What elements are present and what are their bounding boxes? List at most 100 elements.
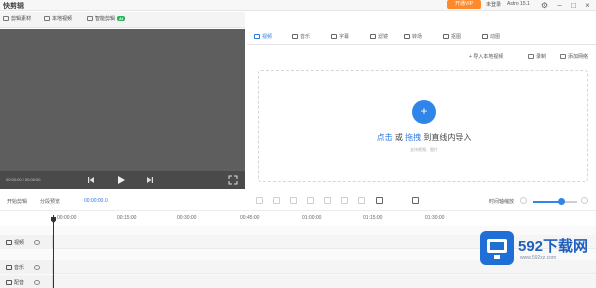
track-header-music[interactable]: 音乐 [0, 260, 53, 274]
tab-music[interactable]: 音乐 [292, 33, 310, 40]
player-controls: 00:00:00 / 00:00:00 [0, 171, 245, 189]
matting-icon [443, 34, 449, 39]
crop-icon[interactable] [273, 197, 280, 204]
track-label: 音乐 [14, 264, 25, 271]
record-icon [528, 54, 534, 59]
copy-icon[interactable] [324, 197, 331, 204]
toolbar-item-label: 剪辑素材 [11, 16, 32, 22]
ai-badge: AI [117, 16, 126, 21]
title-bar: 快剪辑 开通VIP 未登录 Astro 15.1 ⚙ − □ × [0, 0, 596, 11]
import-local-video-button[interactable]: + 导入本地视频 [469, 53, 503, 60]
rotate-icon[interactable] [341, 197, 348, 204]
tick-label: 00:15:00 [117, 215, 137, 221]
play-icon[interactable] [116, 175, 126, 185]
track-header-video[interactable]: 视频 [0, 235, 53, 249]
tick-label: 01:00:00 [302, 215, 322, 221]
folder-icon [44, 16, 50, 21]
tick-label: 01:15:00 [363, 215, 383, 221]
zoom-out-icon[interactable] [520, 197, 527, 204]
user-login-link[interactable]: 未登录 [486, 1, 501, 8]
settings-icon[interactable]: ⚙ [540, 1, 549, 10]
drag-link[interactable]: 拖拽 [405, 133, 421, 142]
volume-icon[interactable] [34, 264, 41, 270]
click-link[interactable]: 点击 [377, 133, 393, 142]
add-online-button[interactable]: 添加网络 [560, 53, 588, 60]
zoom-in-icon[interactable] [581, 197, 588, 204]
maximize-icon[interactable]: □ [569, 1, 578, 10]
track-lane-voice[interactable] [54, 275, 596, 288]
timeline-ruler[interactable]: 00:00:00 00:15:00 00:30:00 00:45:00 01:0… [0, 212, 596, 226]
magic-icon [87, 16, 93, 21]
undo-icon[interactable] [376, 197, 383, 204]
vip-button[interactable]: 开通VIP [447, 0, 481, 9]
tab-label: 音乐 [300, 34, 311, 40]
watermark-title: 592下载网 [518, 238, 589, 255]
tab-filter[interactable]: 滤镜 [370, 33, 388, 40]
globe-icon [560, 54, 566, 59]
action-label: 录制 [536, 54, 547, 60]
segment-preview-button[interactable]: 分段预览 [40, 198, 60, 205]
tick-label: 01:30:00 [425, 215, 445, 221]
track-label: 配音 [14, 279, 25, 286]
playhead[interactable] [53, 215, 54, 288]
track-header-voice[interactable]: 配音 [0, 275, 53, 288]
track-label: 视频 [14, 239, 25, 246]
watermark: 592下载网 www.592xz.com [480, 231, 590, 267]
action-label: 添加网络 [568, 54, 589, 60]
timeline-time: 00:00:00.0 [84, 198, 108, 204]
split-icon[interactable] [256, 197, 263, 204]
subtitle-icon [331, 34, 337, 39]
toolbar-item-label: 本地视频 [52, 16, 73, 22]
scissors-icon [3, 16, 9, 21]
zoom-slider-handle[interactable] [558, 198, 566, 205]
import-instruction: 点击 或 拖拽 到直线内导入 [259, 132, 589, 143]
import-drop-area[interactable]: + 点击 或 拖拽 到直线内导入 支持视频、图片 [258, 70, 588, 182]
visibility-icon[interactable] [34, 239, 41, 245]
import-suffix: 到直线内导入 [423, 133, 472, 142]
speed-icon[interactable] [307, 197, 314, 204]
tick-label: 00:30:00 [177, 215, 197, 221]
tab-label: 动图 [490, 34, 501, 40]
music-icon [292, 34, 298, 39]
tab-label: 抠图 [451, 34, 462, 40]
toolbar-item-local-video[interactable]: 本地视频 [44, 15, 72, 22]
add-media-button[interactable]: + [412, 100, 436, 124]
start-edit-button[interactable]: 开始剪辑 [7, 198, 27, 205]
tab-label: 视频 [262, 34, 273, 40]
tab-transition[interactable]: 转场 [404, 33, 422, 40]
next-frame-icon[interactable] [145, 175, 155, 185]
zoom-label: 时间轴缩放 [489, 199, 515, 205]
delete-icon[interactable] [290, 197, 297, 204]
toolbar-item-smart-edit[interactable]: 智能剪辑 AI [87, 15, 126, 22]
watermark-url: www.592xz.com [520, 255, 557, 261]
tab-video[interactable]: 视频 [254, 33, 272, 40]
volume-icon[interactable] [358, 197, 365, 204]
music-icon [6, 264, 12, 270]
record-button[interactable]: 录制 [528, 53, 546, 60]
prev-frame-icon[interactable] [86, 175, 96, 185]
transition-icon [404, 34, 410, 39]
or-text: 或 [394, 133, 403, 142]
import-hint: 支持视频、图片 [410, 147, 438, 152]
monitor-logo-icon [480, 231, 514, 265]
main-toolbar: 剪辑素材 本地视频 智能剪辑 AI [0, 12, 245, 28]
app-title: 快剪辑 [3, 3, 24, 10]
tab-label: 转场 [412, 34, 423, 40]
minimize-icon[interactable]: − [555, 1, 564, 10]
toolbar-item-label: 智能剪辑 [95, 16, 116, 22]
material-actions: + 导入本地视频 录制 添加网络 [247, 46, 596, 68]
zoom-slider-fill [533, 201, 562, 203]
magic-cut-icon[interactable] [412, 197, 419, 204]
fullscreen-icon[interactable] [228, 175, 238, 185]
material-tabs: 视频 音乐 字幕 滤镜 转场 抠图 动图 [247, 29, 596, 45]
version-label: Astro 15.1 [507, 1, 530, 7]
volume-icon[interactable] [34, 279, 41, 285]
tab-matting[interactable]: 抠图 [443, 33, 461, 40]
tab-subtitle[interactable]: 字幕 [331, 33, 349, 40]
tab-gif[interactable]: 动图 [482, 33, 500, 40]
player-time: 00:00:00 / 00:00:00 [6, 177, 41, 182]
tab-label: 滤镜 [378, 34, 389, 40]
close-icon[interactable]: × [583, 1, 592, 10]
toolbar-item-clip-material[interactable]: 剪辑素材 [3, 15, 31, 22]
video-icon [254, 34, 260, 39]
